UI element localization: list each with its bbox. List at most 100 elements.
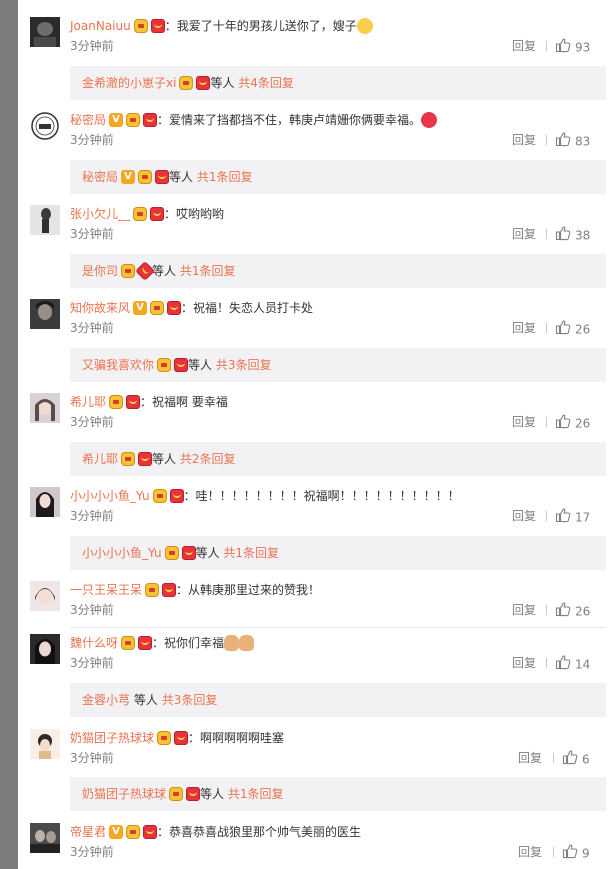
username-link[interactable]: JoanNaiuu xyxy=(70,19,131,33)
comment-panel: JoanNaiuu ：我爱了十年的男孩儿送你了，嫂子 3分钟前 回复 93 金希澈… xyxy=(18,0,608,869)
red-packet-icon[interactable] xyxy=(126,394,141,409)
reply-button[interactable]: 回复 xyxy=(512,508,536,524)
red-packet-icon[interactable] xyxy=(169,488,184,503)
like-button[interactable]: 6 xyxy=(562,749,590,770)
sub-reply-names[interactable]: 是你司 xyxy=(82,264,118,278)
sub-reply-names[interactable]: 奶猫团子热球球 xyxy=(82,787,166,801)
username-link[interactable]: 魏什么呀 xyxy=(70,636,118,650)
avatar[interactable] xyxy=(30,299,60,329)
username-link[interactable]: 张小欠儿__ xyxy=(70,207,130,221)
sub-reply-bar[interactable]: 小小小小鱼_Yu 等人 共1条回复 xyxy=(70,536,606,570)
username-link[interactable]: 一只王呆王呆 xyxy=(70,583,142,597)
like-button[interactable]: 26 xyxy=(555,319,590,340)
reply-button[interactable]: 回复 xyxy=(512,132,536,148)
like-button[interactable]: 26 xyxy=(555,601,590,622)
sub-reply-total-link[interactable]: 共1条回复 xyxy=(180,264,236,278)
avatar[interactable] xyxy=(30,487,60,517)
avatar[interactable] xyxy=(30,823,60,853)
comment-text: ：我爱了十年的男孩儿送你了，嫂子 xyxy=(164,19,357,33)
verified-v-icon[interactable]: V xyxy=(109,112,124,127)
red-packet-icon[interactable] xyxy=(150,18,165,33)
avatar[interactable] xyxy=(30,17,60,47)
red-packet-icon[interactable] xyxy=(167,300,182,315)
red-packet-icon xyxy=(155,169,170,184)
sub-reply-bar[interactable]: 希儿耶 等人 共2条回复 xyxy=(70,442,606,476)
like-button[interactable]: 26 xyxy=(555,413,590,434)
member-badge-icon[interactable] xyxy=(145,582,160,597)
avatar[interactable] xyxy=(30,729,60,759)
reply-button[interactable]: 回复 xyxy=(512,655,536,671)
username-link[interactable]: 小小小小鱼_Yu xyxy=(70,489,150,503)
member-badge-icon[interactable] xyxy=(121,635,136,650)
thumbs-up-icon xyxy=(555,654,571,675)
sub-reply-bar[interactable]: 秘密局 V 等人 共1条回复 xyxy=(70,160,606,194)
avatar[interactable] xyxy=(30,111,60,141)
like-button[interactable]: 93 xyxy=(555,37,590,58)
member-badge-icon[interactable] xyxy=(152,488,167,503)
like-button[interactable]: 83 xyxy=(555,131,590,152)
sub-reply-total-link[interactable]: 共1条回复 xyxy=(228,787,284,801)
red-packet-icon[interactable] xyxy=(143,824,158,839)
like-button[interactable]: 9 xyxy=(562,843,590,864)
red-packet-icon[interactable] xyxy=(138,635,153,650)
reply-button[interactable]: 回复 xyxy=(512,414,536,430)
comment-text: ：祝福！失恋人员打卡处 xyxy=(181,301,314,315)
sub-reply-bar[interactable]: 奶猫团子热球球 等人 共1条回复 xyxy=(70,777,606,811)
avatar[interactable] xyxy=(30,581,60,611)
sub-reply-names[interactable]: 金蓉小芎 xyxy=(82,693,130,707)
sub-reply-total-link[interactable]: 共3条回复 xyxy=(216,358,272,372)
sub-reply-etc: 等人 xyxy=(169,170,194,184)
member-badge-icon[interactable] xyxy=(133,18,148,33)
comment-text: ：祝你们幸福 xyxy=(152,636,225,650)
reply-button[interactable]: 回复 xyxy=(512,320,536,336)
like-button[interactable]: 14 xyxy=(555,654,590,675)
sub-reply-total-link[interactable]: 共4条回复 xyxy=(238,76,294,90)
sub-reply-total-link[interactable]: 共1条回复 xyxy=(223,546,279,560)
sub-reply-total-link[interactable]: 共1条回复 xyxy=(197,170,253,184)
member-badge-icon[interactable] xyxy=(109,394,124,409)
username-link[interactable]: 奶猫团子热球球 xyxy=(70,731,154,745)
reply-button[interactable]: 回复 xyxy=(518,844,542,860)
sub-reply-bar[interactable]: 又骗我喜欢你 等人 共3条回复 xyxy=(70,348,606,382)
avatar[interactable] xyxy=(30,634,60,664)
verified-v-icon[interactable]: V xyxy=(109,824,124,839)
red-packet-icon[interactable] xyxy=(143,112,158,127)
red-packet-icon[interactable] xyxy=(162,582,177,597)
like-button[interactable]: 17 xyxy=(555,507,590,528)
sub-reply-etc: 等人 xyxy=(152,264,177,278)
member-badge-icon[interactable] xyxy=(157,730,172,745)
sub-reply-names[interactable]: 希儿耶 xyxy=(82,452,118,466)
member-badge-icon[interactable] xyxy=(126,824,141,839)
sub-reply-bar[interactable]: 金蓉小芎 等人 共3条回复 xyxy=(70,683,606,717)
reply-button[interactable]: 回复 xyxy=(518,750,542,766)
avatar[interactable] xyxy=(30,205,60,235)
member-badge-icon[interactable] xyxy=(126,112,141,127)
avatar[interactable] xyxy=(30,393,60,423)
reply-button[interactable]: 回复 xyxy=(512,602,536,618)
sub-reply-total-link[interactable]: 共3条回复 xyxy=(162,693,218,707)
comment-text: ：祝福啊 要幸福 xyxy=(140,395,228,409)
member-badge-icon[interactable] xyxy=(133,206,148,221)
username-link[interactable]: 秘密局 xyxy=(70,113,106,127)
username-link[interactable]: 知你故来风 xyxy=(70,301,130,315)
sub-reply-total-link[interactable]: 共2条回复 xyxy=(180,452,236,466)
member-badge-icon xyxy=(179,75,194,90)
thumbs-up-icon xyxy=(555,601,571,622)
sub-reply-names[interactable]: 又骗我喜欢你 xyxy=(82,358,154,372)
sub-reply-names[interactable]: 金希澈的小崽子xi xyxy=(82,76,176,90)
like-button[interactable]: 38 xyxy=(555,225,590,246)
reply-button[interactable]: 回复 xyxy=(512,226,536,242)
red-packet-icon[interactable] xyxy=(174,730,189,745)
member-badge-icon[interactable] xyxy=(150,300,165,315)
comment-text: ：恭喜恭喜战狼里那个帅气美丽的医生 xyxy=(157,825,362,839)
reply-button[interactable]: 回复 xyxy=(512,38,536,54)
red-packet-icon[interactable] xyxy=(150,206,165,221)
sub-reply-bar[interactable]: 金希澈的小崽子xi 等人 共4条回复 xyxy=(70,66,606,100)
timestamp: 3分钟前 xyxy=(70,751,114,765)
username-link[interactable]: 帝星君 xyxy=(70,825,106,839)
verified-v-icon[interactable]: V xyxy=(133,300,148,315)
username-link[interactable]: 希儿耶 xyxy=(70,395,106,409)
sub-reply-bar[interactable]: 是你司 等人 共1条回复 xyxy=(70,254,606,288)
sub-reply-names[interactable]: 小小小小鱼_Yu xyxy=(82,546,162,560)
sub-reply-names[interactable]: 秘密局 xyxy=(82,170,118,184)
